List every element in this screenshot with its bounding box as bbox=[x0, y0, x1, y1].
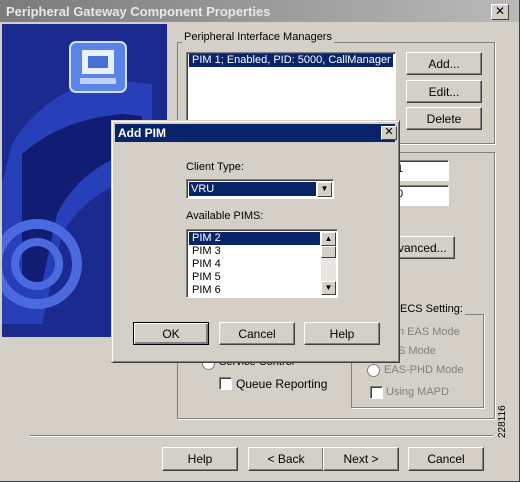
delete-pim-button[interactable]: Delete bbox=[406, 107, 482, 130]
back-button[interactable]: < Back bbox=[248, 447, 324, 471]
background-field-2[interactable]: 0 bbox=[393, 185, 449, 206]
client-type-select[interactable]: VRU ▼ bbox=[186, 179, 334, 199]
queue-reporting-label: Queue Reporting bbox=[236, 377, 328, 391]
cancel-button[interactable]: Cancel bbox=[408, 447, 484, 471]
dialog-title-bar: Add PIM ✕ bbox=[115, 124, 397, 142]
scroll-down-icon[interactable]: ▼ bbox=[321, 281, 336, 295]
scroll-up-icon[interactable]: ▲ bbox=[321, 232, 336, 246]
queue-reporting-checkbox[interactable] bbox=[219, 377, 232, 390]
footer-divider bbox=[30, 435, 493, 437]
dialog-help-button[interactable]: Help bbox=[304, 322, 380, 345]
eas-phd-radio[interactable] bbox=[367, 364, 380, 377]
help-button[interactable]: Help bbox=[162, 447, 238, 471]
close-icon: ✕ bbox=[494, 4, 506, 18]
close-icon: ✕ bbox=[384, 126, 394, 138]
window-title: Peripheral Gateway Component Properties bbox=[6, 4, 271, 19]
available-pims-list[interactable]: PIM 2 PIM 3 PIM 4 PIM 5 PIM 6 ▲ ▼ bbox=[186, 229, 338, 298]
pim-option[interactable]: PIM 6 bbox=[189, 284, 320, 297]
pim-option[interactable]: PIM 2 bbox=[189, 232, 320, 245]
client-type-value: VRU bbox=[189, 182, 316, 196]
next-button[interactable]: Next > bbox=[323, 447, 399, 471]
dialog-close-button[interactable]: ✕ bbox=[381, 126, 397, 140]
pim-group-label: Peripheral Interface Managers bbox=[182, 31, 334, 43]
pim-list-item[interactable]: PIM 1; Enabled, PID: 5000, CallManager bbox=[189, 54, 393, 67]
scroll-thumb[interactable] bbox=[321, 246, 336, 258]
eas-phd-label: EAS-PHD Mode bbox=[384, 364, 464, 376]
ecs-radio-2-label: S Mode bbox=[398, 345, 436, 357]
pim-option[interactable]: PIM 4 bbox=[189, 258, 320, 271]
dialog-ok-button[interactable]: OK bbox=[133, 322, 209, 345]
add-pim-dialog: Add PIM ✕ Client Type: VRU ▼ Available P… bbox=[111, 120, 400, 363]
pim-option[interactable]: PIM 5 bbox=[189, 271, 320, 284]
ecs-radio-1-label: n EAS Mode bbox=[398, 326, 460, 338]
background-field-1[interactable]: 1 bbox=[393, 160, 449, 181]
main-title-bar: Peripheral Gateway Component Properties … bbox=[0, 0, 519, 22]
add-pim-button[interactable]: Add... bbox=[406, 52, 482, 75]
client-type-label: Client Type: bbox=[186, 161, 244, 173]
ecs-group-label: ECS Setting: bbox=[398, 303, 465, 315]
pims-scrollbar[interactable]: ▲ ▼ bbox=[321, 232, 336, 295]
window-close-button[interactable]: ✕ bbox=[491, 4, 509, 20]
figure-number: 228116 bbox=[497, 405, 508, 438]
edit-pim-button[interactable]: Edit... bbox=[406, 80, 482, 103]
using-mapd-checkbox[interactable] bbox=[370, 386, 383, 399]
chevron-down-icon[interactable]: ▼ bbox=[317, 182, 332, 197]
pim-option[interactable]: PIM 3 bbox=[189, 245, 320, 258]
using-mapd-label: Using MAPD bbox=[386, 386, 449, 398]
dialog-cancel-button[interactable]: Cancel bbox=[219, 322, 295, 345]
dialog-title: Add PIM bbox=[118, 126, 166, 140]
available-pims-label: Available PIMS: bbox=[186, 210, 264, 222]
